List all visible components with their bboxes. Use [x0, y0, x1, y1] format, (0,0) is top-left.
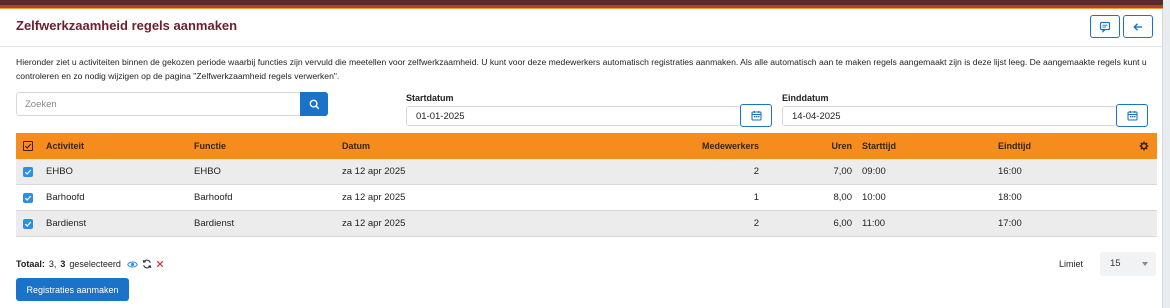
column-header-functie[interactable]: Functie — [194, 141, 226, 151]
cell-functie: Barhoofd — [194, 192, 233, 203]
clear-selection-button[interactable] — [156, 260, 164, 268]
search-input[interactable] — [16, 92, 300, 116]
column-settings-button[interactable] — [1139, 141, 1149, 153]
selected-count: 3 — [60, 259, 66, 269]
refresh-icon — [142, 259, 152, 269]
top-color-band — [0, 0, 1163, 9]
cell-activiteit: Bardienst — [46, 218, 87, 229]
end-date-picker-button[interactable] — [1116, 104, 1148, 127]
show-selected-button[interactable] — [127, 260, 138, 269]
column-header-starttijd[interactable]: Starttijd — [862, 141, 896, 151]
cell-uren: 8,00 — [833, 192, 853, 203]
table-row[interactable]: Bardienst Bardienst za 12 apr 2025 2 6,0… — [16, 211, 1157, 237]
cell-starttijd: 11:00 — [862, 218, 886, 229]
cell-activiteit: Barhoofd — [46, 192, 85, 203]
cell-uren: 7,00 — [833, 166, 853, 177]
row-checkbox[interactable] — [23, 167, 33, 177]
page-title: Zelfwerkzaamheid regels aanmaken — [16, 18, 238, 33]
comment-icon — [1099, 21, 1111, 33]
end-date-field[interactable]: 14-04-2025 — [782, 106, 1117, 126]
table-header: Activiteit Functie Datum Medewerkers Ure… — [16, 133, 1157, 159]
column-header-eindtijd[interactable]: Eindtijd — [998, 141, 1031, 151]
total-count: 3, — [48, 259, 57, 269]
column-header-medewerkers[interactable]: Medewerkers — [702, 141, 759, 151]
start-date-label: Startdatum — [406, 93, 454, 103]
calendar-icon — [1126, 111, 1138, 121]
start-date-field[interactable]: 01-01-2025 — [406, 106, 741, 126]
activities-table: Activiteit Functie Datum Medewerkers Ure… — [16, 133, 1157, 237]
check-icon — [24, 169, 32, 175]
cell-starttijd: 09:00 — [862, 166, 886, 177]
cell-eindtijd: 16:00 — [998, 166, 1022, 177]
limit-value: 15 — [1110, 258, 1121, 269]
gear-icon — [1139, 141, 1149, 151]
row-checkbox[interactable] — [23, 193, 33, 203]
column-header-activiteit[interactable]: Activiteit — [46, 141, 84, 151]
selected-label: geselecteerd — [69, 259, 121, 269]
cell-datum: za 12 apr 2025 — [342, 166, 406, 177]
cell-medewerkers: 2 — [753, 218, 759, 229]
arrow-left-icon — [1133, 22, 1142, 31]
check-icon — [24, 221, 32, 227]
cell-medewerkers: 2 — [753, 166, 759, 177]
end-date-label: Einddatum — [782, 93, 829, 103]
close-icon — [156, 260, 164, 268]
limit-select[interactable]: 15 — [1100, 252, 1156, 276]
search-icon — [309, 99, 319, 109]
cell-eindtijd: 18:00 — [998, 192, 1022, 203]
cell-functie: EHBO — [194, 166, 221, 177]
check-icon — [24, 195, 32, 201]
check-icon — [24, 143, 32, 149]
start-date-picker-button[interactable] — [740, 104, 772, 127]
cell-starttijd: 10:00 — [862, 192, 886, 203]
search-bar — [16, 92, 328, 116]
header-divider — [0, 46, 1163, 47]
cell-datum: za 12 apr 2025 — [342, 218, 406, 229]
chevron-down-icon — [1142, 262, 1148, 266]
table-row[interactable]: Barhoofd Barhoofd za 12 apr 2025 1 8,00 … — [16, 185, 1157, 211]
total-label: Totaal: — [16, 259, 45, 269]
cell-eindtijd: 17:00 — [998, 218, 1022, 229]
cell-uren: 6,00 — [833, 218, 853, 229]
cell-activiteit: EHBO — [46, 166, 73, 177]
row-checkbox[interactable] — [23, 219, 33, 229]
select-all-checkbox[interactable] — [23, 141, 33, 151]
table-row[interactable]: EHBO EHBO za 12 apr 2025 2 7,00 09:00 16… — [16, 159, 1157, 185]
cell-datum: za 12 apr 2025 — [342, 192, 406, 203]
limit-label: Limiet — [1059, 259, 1084, 269]
page-panel: Zelfwerkzaamheid regels aanmaken Hierond… — [0, 0, 1163, 308]
table-summary: Totaal: 3, 3 geselecteerd — [16, 259, 164, 269]
page-description: Hieronder ziet u activiteiten binnen de … — [16, 57, 1147, 81]
cell-functie: Bardienst — [194, 218, 235, 229]
refresh-selection-button[interactable] — [142, 259, 152, 269]
cell-medewerkers: 1 — [753, 192, 759, 203]
create-registrations-button[interactable]: Registraties aanmaken — [16, 278, 129, 301]
column-header-datum[interactable]: Datum — [342, 141, 370, 151]
calendar-icon — [750, 111, 762, 121]
back-button[interactable] — [1123, 15, 1153, 38]
feedback-button[interactable] — [1090, 15, 1120, 38]
search-button[interactable] — [300, 92, 328, 116]
eye-icon — [127, 261, 138, 267]
column-header-uren[interactable]: Uren — [831, 141, 852, 151]
